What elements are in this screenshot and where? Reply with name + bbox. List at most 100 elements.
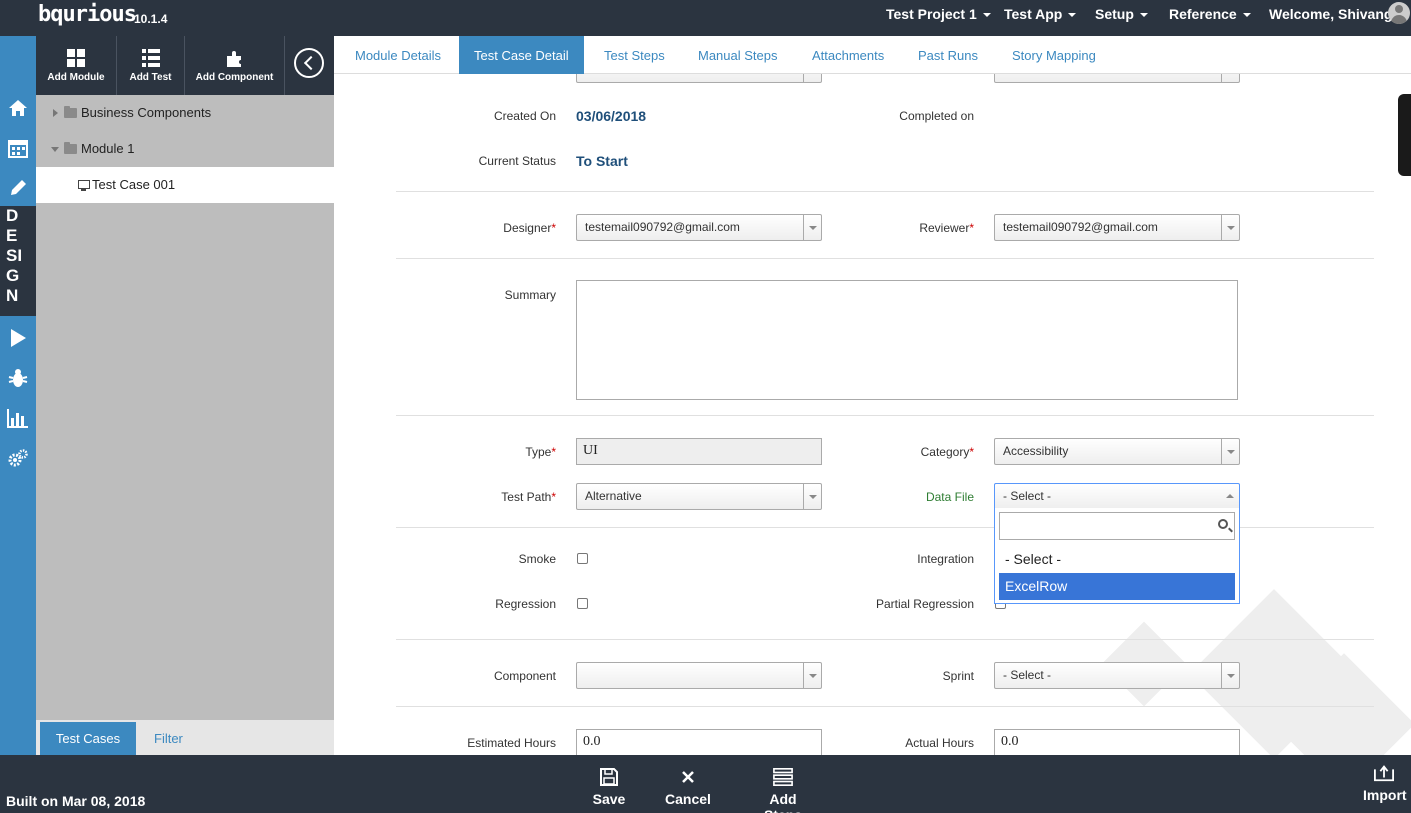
add-component-button[interactable]: Add Component	[185, 36, 285, 95]
regression-label: Regression	[495, 597, 556, 611]
tab-attachments[interactable]: Attachments	[797, 36, 899, 74]
add-module-label: Add Module	[47, 72, 105, 83]
partial-field-top-left[interactable]	[576, 74, 822, 83]
divider	[396, 258, 1374, 259]
home-icon[interactable]	[4, 94, 32, 122]
required-marker: *	[551, 221, 556, 235]
type-label: Type*	[525, 445, 556, 459]
data-file-select[interactable]: - Select -	[994, 483, 1240, 510]
current-status-label: Current Status	[478, 154, 556, 168]
category-select-value: Accessibility	[1003, 444, 1069, 458]
estimated-hours-label: Estimated Hours	[467, 736, 556, 750]
design-letter: N	[6, 286, 19, 305]
partial-regression-label: Partial Regression	[875, 597, 974, 611]
current-status-value: To Start	[576, 153, 628, 169]
tab-filter[interactable]: Filter	[154, 722, 183, 755]
smoke-label: Smoke	[518, 552, 556, 566]
category-select[interactable]: Accessibility	[994, 438, 1240, 465]
designer-label-text: Designer	[503, 221, 552, 235]
test-path-select[interactable]: Alternative	[576, 483, 822, 510]
summary-label: Summary	[504, 288, 556, 302]
test-case-form: Created On 03/06/2018 Completed on Curre…	[334, 74, 1411, 755]
tree-item-test-case-001[interactable]: Test Case 001	[36, 167, 334, 203]
tab-test-cases[interactable]: Test Cases	[40, 722, 136, 755]
type-label-text: Type	[525, 445, 552, 459]
required-marker: *	[969, 445, 974, 459]
import-label: Import	[1363, 787, 1407, 803]
app-menu[interactable]: Test App	[1004, 6, 1077, 22]
user-avatar-icon[interactable]	[1388, 2, 1410, 24]
required-marker: *	[551, 490, 556, 504]
app-logo[interactable]: bqurious	[38, 2, 137, 27]
sidebar-toolbar: Add Module Add Test Add Component	[36, 36, 334, 95]
bug-icon[interactable]	[4, 364, 32, 392]
regression-checkbox[interactable]	[577, 598, 588, 609]
summary-textarea[interactable]	[576, 280, 1238, 400]
test-path-select-value: Alternative	[585, 489, 642, 503]
chevron-down-icon	[803, 484, 821, 509]
cancel-button[interactable]: Cancel	[664, 755, 712, 813]
chevron-down-icon	[1221, 215, 1239, 240]
design-section-label[interactable]: D E SI G N	[0, 206, 36, 316]
welcome-user[interactable]: Welcome, Shivangi	[1269, 6, 1396, 22]
tab-test-steps[interactable]: Test Steps	[589, 36, 680, 74]
chevron-down-icon	[1068, 13, 1077, 18]
data-file-option-highlighted[interactable]: ExcelRow	[999, 573, 1235, 600]
design-letter: G	[6, 266, 20, 285]
component-label: Component	[493, 669, 556, 683]
bar-chart-icon[interactable]	[4, 404, 32, 432]
reviewer-label: Reviewer*	[919, 221, 974, 235]
test-path-label-text: Test Path	[501, 490, 552, 504]
integration-label: Integration	[917, 552, 974, 566]
folder-icon	[64, 106, 77, 118]
setup-menu[interactable]: Setup	[1095, 6, 1148, 22]
right-edge-tab[interactable]	[1398, 94, 1411, 176]
import-icon	[1374, 765, 1394, 782]
calendar-icon[interactable]	[4, 134, 32, 162]
tree-item-module-1[interactable]: Module 1	[36, 131, 334, 167]
estimated-hours-input[interactable]: 0.0	[576, 729, 822, 755]
top-bar: bqurious 10.1.4 Test Project 1 Test App …	[0, 0, 1411, 36]
project-menu[interactable]: Test Project 1	[886, 6, 991, 22]
project-menu-label: Test Project 1	[886, 6, 977, 22]
add-module-button[interactable]: Add Module	[36, 36, 117, 95]
tab-test-case-detail[interactable]: Test Case Detail	[459, 36, 584, 74]
reviewer-select[interactable]: testemail090792@gmail.com	[994, 214, 1240, 241]
smoke-checkbox[interactable]	[577, 553, 588, 564]
component-select[interactable]	[576, 662, 822, 689]
expand-icon[interactable]	[53, 109, 58, 117]
data-file-search-input[interactable]	[999, 512, 1235, 540]
play-icon[interactable]	[4, 324, 32, 352]
sprint-select-value: - Select -	[1003, 668, 1052, 682]
chevron-down-icon	[1221, 439, 1239, 464]
data-file-option[interactable]: - Select -	[999, 546, 1235, 573]
pencil-icon[interactable]	[4, 174, 32, 202]
tab-story-mapping[interactable]: Story Mapping	[997, 36, 1111, 74]
created-on-label: Created On	[493, 109, 556, 123]
detail-tabs: Module Details Test Case Detail Test Ste…	[334, 36, 1411, 74]
divider	[396, 191, 1374, 192]
data-file-select-value: - Select -	[1003, 489, 1052, 503]
build-info: Built on Mar 08, 2018	[6, 793, 146, 809]
divider	[396, 706, 1374, 707]
tab-module-details[interactable]: Module Details	[340, 36, 456, 74]
tree-item-business-components[interactable]: Business Components	[36, 95, 334, 131]
partial-field-top-right[interactable]	[994, 74, 1240, 83]
sprint-select[interactable]: - Select -	[994, 662, 1240, 689]
collapse-icon[interactable]	[51, 147, 59, 152]
add-test-button[interactable]: Add Test	[117, 36, 185, 95]
tab-past-runs[interactable]: Past Runs	[903, 36, 993, 74]
import-button[interactable]: Import	[1363, 755, 1407, 813]
created-on-value: 03/06/2018	[576, 108, 647, 124]
puzzle-icon	[226, 51, 241, 67]
chevron-down-icon	[1139, 13, 1148, 18]
gears-icon[interactable]	[4, 444, 32, 472]
designer-select[interactable]: testemail090792@gmail.com	[576, 214, 822, 241]
collapse-sidebar-icon[interactable]	[294, 48, 324, 78]
tab-manual-steps[interactable]: Manual Steps	[683, 36, 793, 74]
reference-menu[interactable]: Reference	[1169, 6, 1251, 22]
actual-hours-input[interactable]: 0.0	[994, 729, 1240, 755]
save-button[interactable]: Save	[589, 755, 629, 813]
sidebar: Add Module Add Test Add Component Busine…	[36, 36, 334, 755]
add-steps-button[interactable]: Add Steps	[750, 755, 816, 813]
